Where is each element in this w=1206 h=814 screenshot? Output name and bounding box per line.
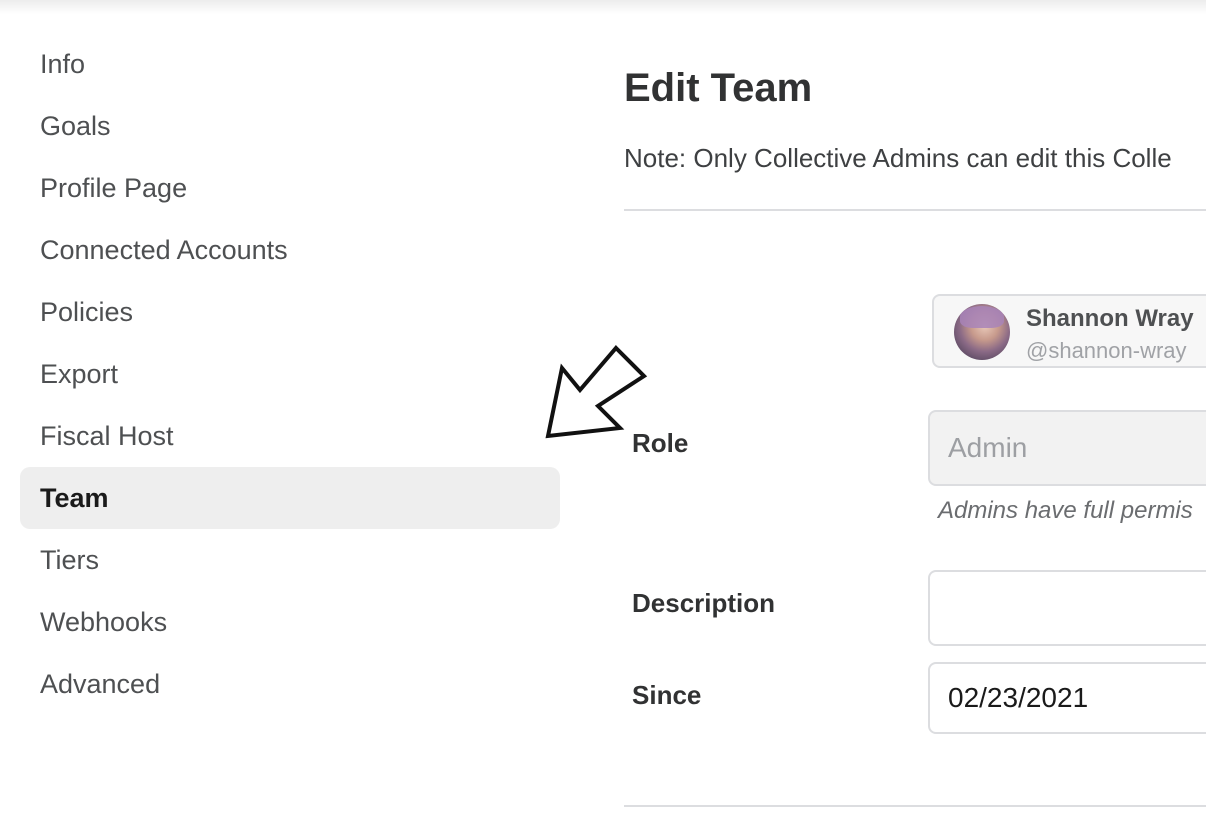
- divider-top: [624, 209, 1206, 211]
- sidebar-item-fiscal-host[interactable]: Fiscal Host: [20, 405, 560, 467]
- settings-sidebar: Info Goals Profile Page Connected Accoun…: [20, 33, 560, 715]
- member-handle: @shannon-wray: [1026, 338, 1187, 363]
- sidebar-item-export[interactable]: Export: [20, 343, 560, 405]
- sidebar-item-connected-accounts[interactable]: Connected Accounts: [20, 219, 560, 281]
- role-label: Role: [632, 428, 689, 458]
- admin-note: Note: Only Collective Admins can edit th…: [624, 143, 1172, 173]
- description-label: Description: [632, 588, 776, 618]
- description-input[interactable]: [928, 570, 1206, 646]
- sidebar-item-tiers[interactable]: Tiers: [20, 529, 560, 591]
- avatar: [954, 304, 1010, 360]
- sidebar-item-webhooks[interactable]: Webhooks: [20, 591, 560, 653]
- member-name: Shannon Wray: [1026, 305, 1194, 332]
- role-help-text: Admins have full permis: [938, 497, 1193, 524]
- divider-bottom: [624, 805, 1206, 807]
- sidebar-item-goals[interactable]: Goals: [20, 95, 560, 157]
- page-title: Edit Team: [624, 66, 813, 110]
- sidebar-item-profile-page[interactable]: Profile Page: [20, 157, 560, 219]
- since-label: Since: [632, 680, 702, 710]
- edit-team-panel: Edit Team Note: Only Collective Admins c…: [624, 0, 1206, 814]
- since-date-input[interactable]: 02/23/2021: [928, 662, 1206, 734]
- member-card[interactable]: Shannon Wray @shannon-wray: [932, 294, 1206, 368]
- sidebar-item-info[interactable]: Info: [20, 33, 560, 95]
- sidebar-item-team[interactable]: Team: [20, 467, 560, 529]
- sidebar-item-advanced[interactable]: Advanced: [20, 653, 560, 715]
- role-select[interactable]: Admin: [928, 410, 1206, 486]
- sidebar-item-policies[interactable]: Policies: [20, 281, 560, 343]
